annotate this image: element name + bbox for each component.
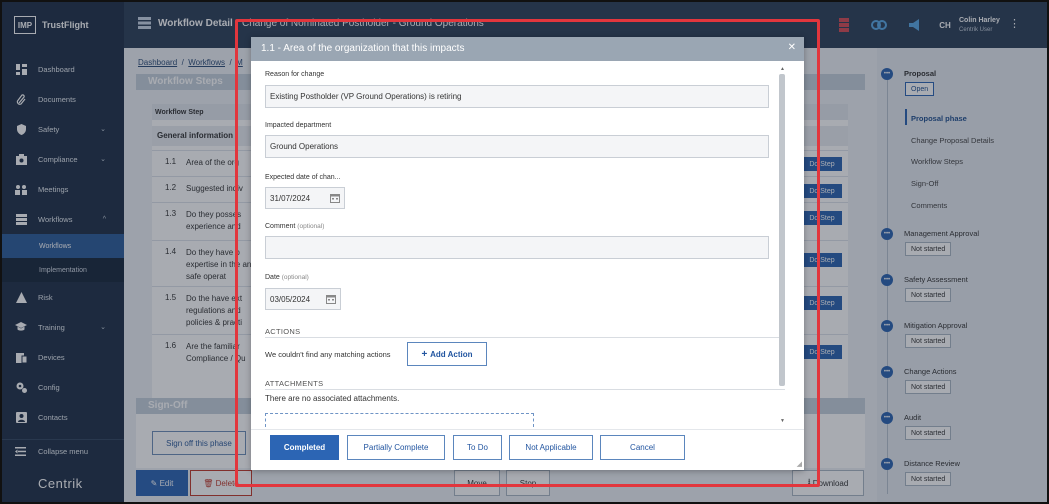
attachments-title: ATTACHMENTS <box>265 379 324 388</box>
expected-date-value: 31/07/2024 <box>270 194 311 203</box>
cancel-button[interactable]: Cancel <box>600 435 685 460</box>
app-frame: IMP TrustFlight Dashboard Documents Safe… <box>0 0 1049 504</box>
close-icon[interactable]: ✕ <box>788 43 796 53</box>
date-field[interactable]: 03/05/2024 <box>265 288 341 310</box>
divider <box>265 337 785 338</box>
modal-title: 1.1 - Area of the organization that this… <box>261 43 465 54</box>
department-value: Ground Operations <box>270 142 339 151</box>
completed-button[interactable]: Completed <box>270 435 339 460</box>
optional-tag: (optional) <box>281 274 309 281</box>
scroll-up-icon[interactable]: ▲ <box>780 66 785 72</box>
modal-scrollbar[interactable] <box>779 74 785 386</box>
to-do-button[interactable]: To Do <box>453 435 502 460</box>
calendar-icon[interactable] <box>330 193 340 203</box>
actions-title: ACTIONS <box>265 327 301 336</box>
no-actions-text: We couldn't find any matching actions <box>265 350 391 359</box>
modal-header: 1.1 - Area of the organization that this… <box>251 37 804 61</box>
partially-complete-button[interactable]: Partially Complete <box>347 435 445 460</box>
plus-icon: + <box>421 348 431 360</box>
reason-label: Reason for change <box>265 71 325 78</box>
expected-date-field[interactable]: 31/07/2024 <box>265 187 345 209</box>
no-attachments-text: There are no associated attachments. <box>265 394 400 403</box>
resize-handle-icon[interactable]: ◢ <box>797 460 802 468</box>
department-field[interactable]: Ground Operations <box>265 135 769 158</box>
add-action-button[interactable]: + Add Action <box>407 342 487 366</box>
step-modal: 1.1 - Area of the organization that this… <box>251 37 804 470</box>
modal-body: Reason for change Existing Postholder (V… <box>251 61 804 429</box>
date-value: 03/05/2024 <box>270 295 311 304</box>
attachment-drop-zone[interactable] <box>265 413 534 427</box>
scroll-down-icon[interactable]: ▼ <box>780 418 785 424</box>
department-label: Impacted department <box>265 122 332 129</box>
add-action-label: Add Action <box>430 349 473 359</box>
comment-field[interactable] <box>265 236 769 259</box>
reason-value: Existing Postholder (VP Ground Operation… <box>270 92 462 101</box>
not-applicable-button[interactable]: Not Applicable <box>509 435 593 460</box>
date-label: Date (optional) <box>265 274 309 281</box>
reason-field[interactable]: Existing Postholder (VP Ground Operation… <box>265 85 769 108</box>
expected-date-label: Expected date of chan... <box>265 174 341 181</box>
modal-footer: Completed Partially Complete To Do Not A… <box>251 429 804 470</box>
calendar-icon[interactable] <box>326 294 336 304</box>
optional-tag: (optional) <box>297 223 325 230</box>
divider <box>265 389 785 390</box>
comment-label: Comment (optional) <box>265 223 325 230</box>
